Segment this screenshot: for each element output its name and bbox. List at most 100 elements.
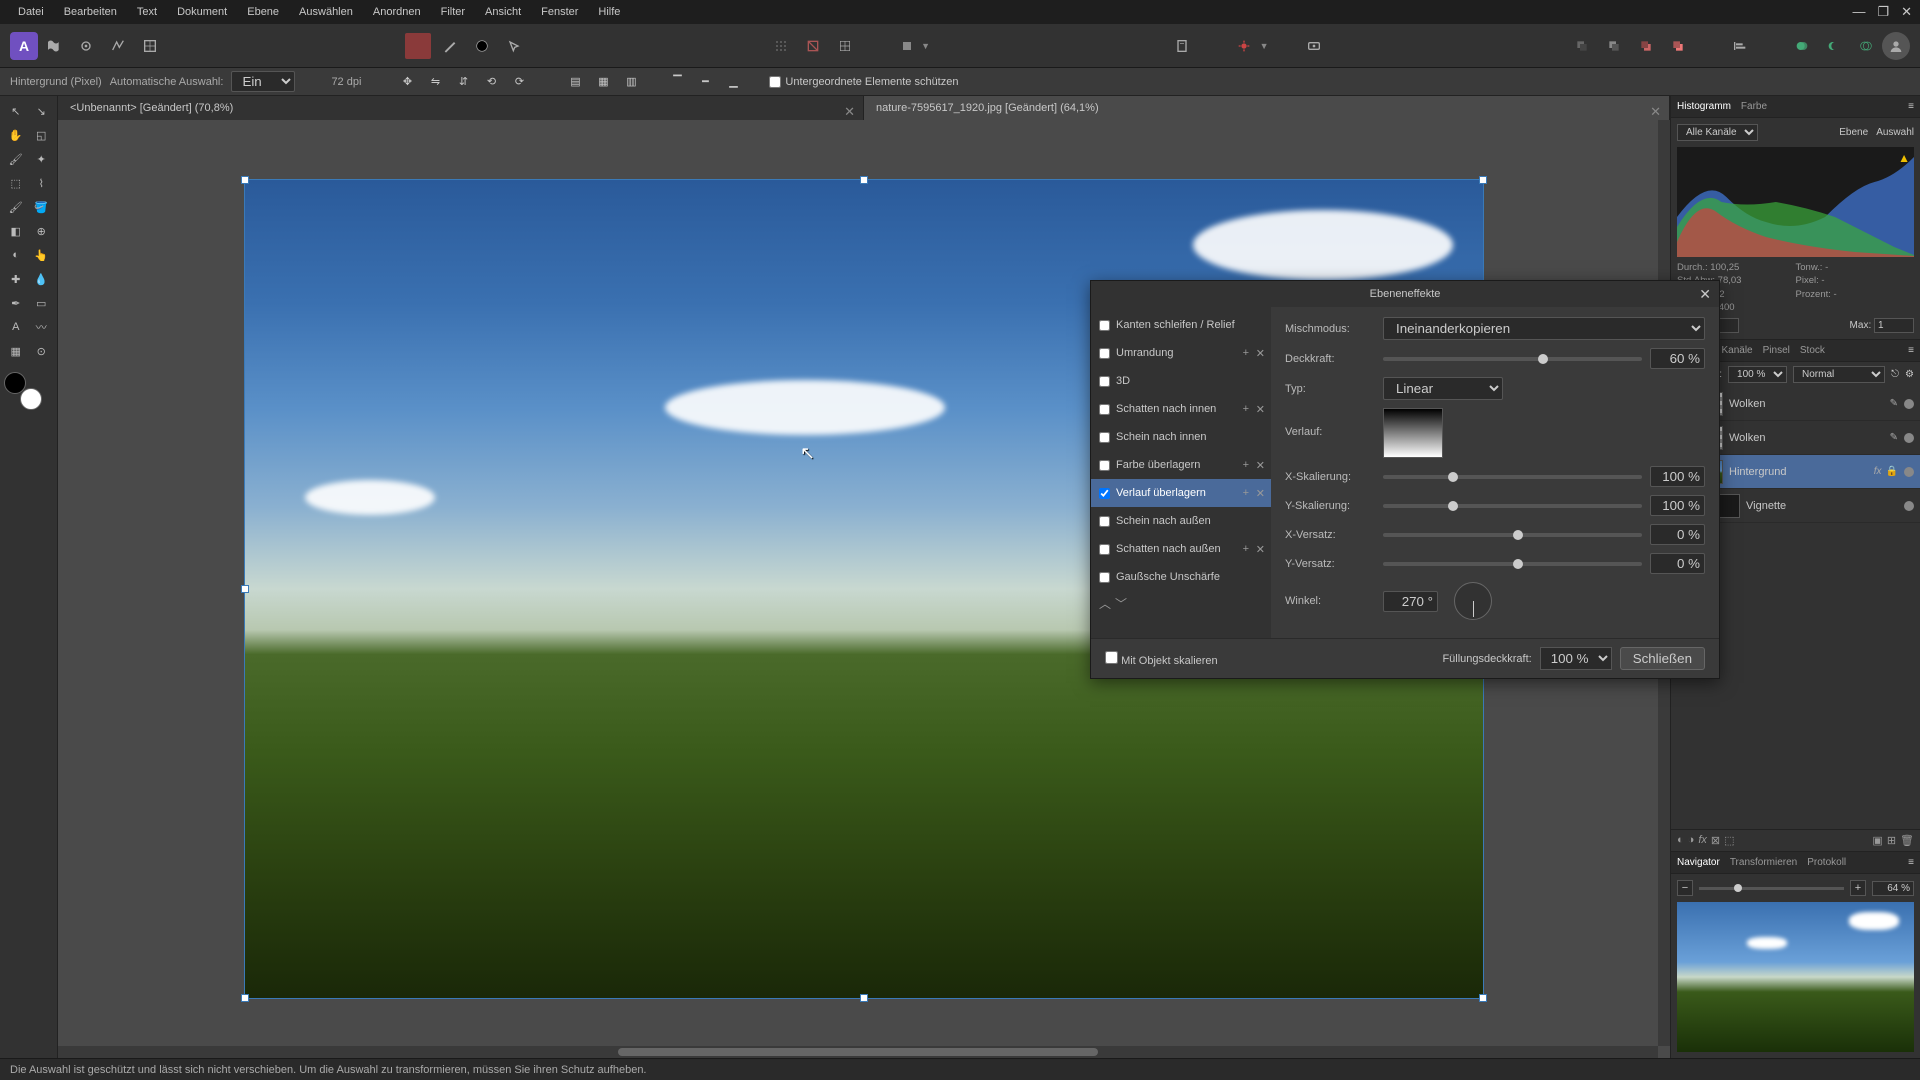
selection-handle[interactable] [860,994,868,1002]
close-window-button[interactable]: ✕ [1901,4,1912,20]
menu-bearbeiten[interactable]: Bearbeiten [54,0,127,24]
mask-icon[interactable]: ◐ [1677,834,1684,847]
transform-origin-icon[interactable]: ✥ [397,72,417,92]
selection-handle[interactable] [1479,994,1487,1002]
menu-anordnen[interactable]: Anordnen [363,0,431,24]
gradient-type-select[interactable]: Linear [1383,377,1503,400]
clone-tool-icon[interactable]: ⊕ [30,220,54,242]
node-tool-icon[interactable]: ↘ [30,100,54,122]
pencil-icon[interactable]: ✎ [1890,432,1898,443]
align-left-icon[interactable]: ▤ [565,72,585,92]
effect-outline[interactable]: Umrandung+✕ [1091,339,1271,367]
selection-handle[interactable] [241,585,249,593]
boolean-intersect-icon[interactable] [1853,33,1879,59]
menu-dokument[interactable]: Dokument [167,0,237,24]
visibility-toggle[interactable] [1904,433,1914,443]
dodge-tool-icon[interactable]: ◐ [4,244,28,266]
healing-tool-icon[interactable]: ✚ [4,268,28,290]
navigator-preview[interactable] [1677,902,1914,1052]
delete-layer-icon[interactable]: 🗑 [1900,834,1914,847]
order-back-icon[interactable] [1569,33,1595,59]
menu-filter[interactable]: Filter [431,0,475,24]
add-icon[interactable]: + [1243,459,1249,471]
persona-liquify-icon[interactable] [73,33,99,59]
adjustment-icon[interactable]: ◑ [1688,834,1695,847]
histogram-layer-button[interactable]: Ebene [1839,127,1868,138]
tab-pinsel[interactable]: Pinsel [1763,345,1790,356]
erase-tool-icon[interactable]: ◧ [4,220,28,242]
freehand-select-icon[interactable]: ⌇ [30,172,54,194]
paint-brush-icon[interactable]: 🖌 [4,196,28,218]
move-tool-icon[interactable]: ↖ [4,100,28,122]
scrollbar-h[interactable] [58,1046,1658,1058]
close-button[interactable]: Schließen [1620,647,1705,670]
effect-outer-glow[interactable]: Schein nach außen [1091,507,1271,535]
mesh-tool-icon[interactable]: ▦ [4,340,28,362]
tab-farbe[interactable]: Farbe [1741,101,1767,112]
crop-dropdown-icon[interactable]: ▼ [921,41,930,51]
menu-fenster[interactable]: Fenster [531,0,588,24]
dialog-titlebar[interactable]: Ebeneneffekte ✕ [1091,281,1719,307]
angle-value[interactable] [1383,591,1438,612]
add-icon[interactable]: + [1243,347,1249,359]
selection-handle[interactable] [241,176,249,184]
fill-opacity-select[interactable]: 100 % [1540,647,1612,670]
layer-opacity-select[interactable]: 100 % [1728,366,1787,383]
align-center-icon[interactable]: ▦ [593,72,613,92]
autoselect-icon[interactable] [501,33,527,59]
vector-brush-icon[interactable]: 〰 [30,316,54,338]
protect-children-checkbox[interactable]: Untergeordnete Elemente schützen [769,76,958,88]
yscale-slider[interactable] [1383,504,1642,508]
selection-brush-icon[interactable]: 🖌 [4,148,28,170]
menu-text[interactable]: Text [127,0,167,24]
zoom-out-button[interactable]: − [1677,880,1693,896]
tab-transformieren[interactable]: Transformieren [1730,857,1797,868]
menu-auswaehlen[interactable]: Auswählen [289,0,363,24]
tab-histogramm[interactable]: Histogramm [1677,101,1731,112]
autoselect-dropdown[interactable]: Ein [231,71,295,92]
marquee-tool-icon[interactable]: ⬚ [4,172,28,194]
panel-menu-icon[interactable]: ≡ [1908,101,1914,112]
snapshot-dropdown-icon[interactable]: ▼ [1260,41,1269,51]
link-icon[interactable]: ⬚ [1724,834,1734,847]
move-up-icon[interactable]: ︿ [1099,595,1111,612]
angle-dial[interactable] [1454,582,1492,620]
effect-inner-shadow[interactable]: Schatten nach innen+✕ [1091,395,1271,423]
add-icon[interactable]: + [1243,403,1249,415]
remove-icon[interactable]: ✕ [1256,543,1265,556]
selection-handle[interactable] [1479,176,1487,184]
selection-handle[interactable] [860,176,868,184]
rotate-ccw-icon[interactable]: ⟲ [481,72,501,92]
selection-handle[interactable] [241,994,249,1002]
boolean-subtract-icon[interactable] [1821,33,1847,59]
eyedropper-tool-icon[interactable]: ⊙ [30,340,54,362]
persona-photo-icon[interactable] [41,33,67,59]
view-tool-icon[interactable]: ✋ [4,124,28,146]
histogram-channel-select[interactable]: Alle Kanäle [1677,124,1758,141]
visibility-toggle[interactable] [1904,467,1914,477]
effect-gradient-overlay[interactable]: Verlauf überlagern+✕ [1091,479,1271,507]
histogram-selection-button[interactable]: Auswahl [1876,127,1914,138]
remove-icon[interactable]: ✕ [1256,487,1265,500]
flood-select-icon[interactable]: ✦ [30,148,54,170]
color-wheel-icon[interactable] [469,33,495,59]
foreground-color-swatch[interactable] [20,388,42,410]
order-front-icon[interactable] [1665,33,1691,59]
tab-kanaele[interactable]: Kanäle [1721,345,1752,356]
blur-tool-icon[interactable]: 💧 [30,268,54,290]
crop-layer-icon[interactable]: ⊠ [1711,834,1720,847]
smudge-tool-icon[interactable]: 👆 [30,244,54,266]
gradient-preview[interactable] [1383,408,1443,458]
boolean-add-icon[interactable] [1789,33,1815,59]
zoom-slider[interactable] [1699,887,1844,890]
xscale-slider[interactable] [1383,475,1642,479]
effect-gaussian-blur[interactable]: Gaußsche Unschärfe [1091,563,1271,591]
yoffset-value[interactable] [1650,553,1705,574]
assistant-icon[interactable] [1169,33,1195,59]
effect-outer-shadow[interactable]: Schatten nach außen+✕ [1091,535,1271,563]
align-icon[interactable] [1727,33,1753,59]
snapshot-icon[interactable] [1231,33,1257,59]
add-icon[interactable]: + [1243,487,1249,499]
align-right-icon[interactable]: ▥ [621,72,641,92]
align-bottom-icon[interactable]: ▁ [723,72,743,92]
